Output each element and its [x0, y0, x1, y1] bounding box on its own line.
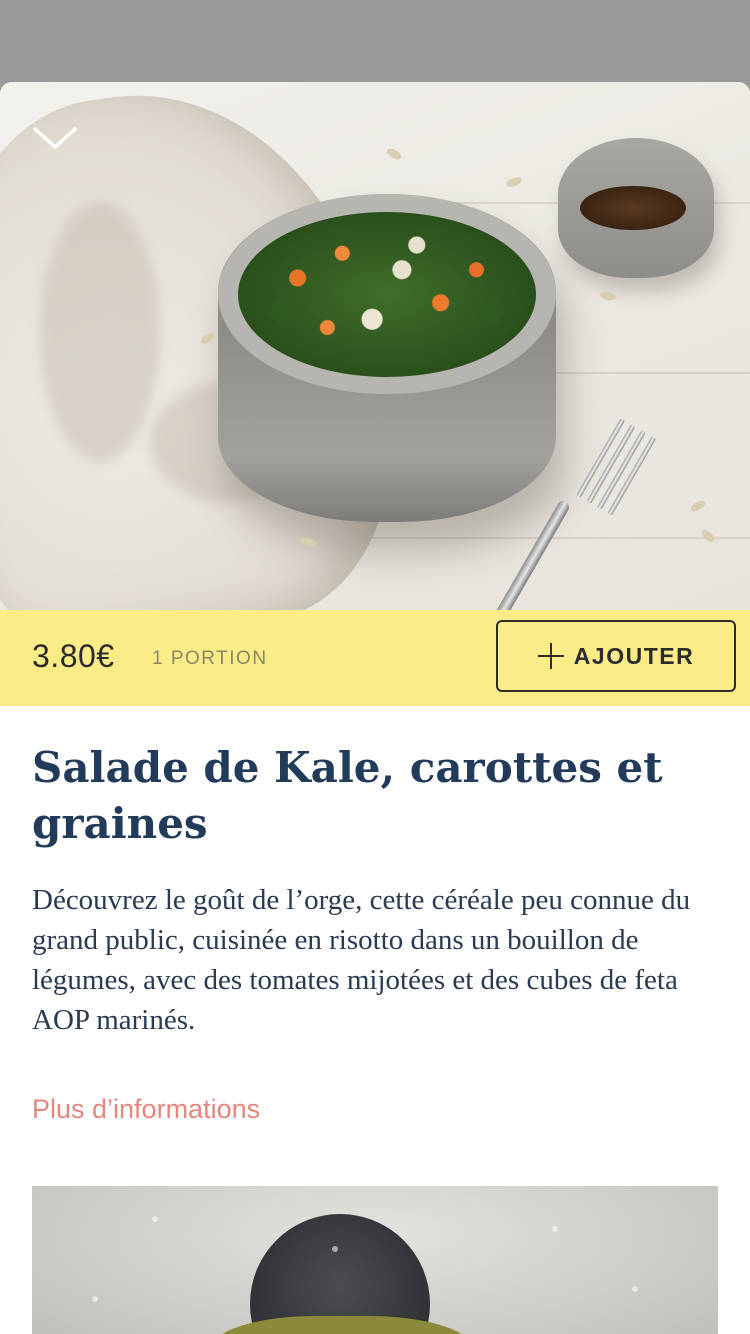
sauce: [580, 186, 686, 230]
fork-tines: [564, 414, 666, 531]
seed: [385, 146, 403, 162]
portion-label: 1 PORTION: [152, 648, 268, 669]
cloth-fold: [40, 202, 160, 462]
add-button-label: AJOUTER: [573, 642, 695, 669]
seed: [599, 290, 617, 302]
plus-icon: [537, 643, 564, 669]
add-to-cart-button[interactable]: AJOUTER: [496, 620, 736, 692]
fork-handle: [480, 499, 572, 610]
product-price: 3.80€: [32, 638, 115, 674]
secondary-photo: [32, 1186, 718, 1334]
more-info-link[interactable]: Plus d’informations: [32, 1094, 718, 1125]
product-title: Salade de Kale, carottes et graines: [32, 743, 663, 848]
rain-drop: [632, 1286, 638, 1292]
product-description: Découvrez le goût de l’orge, cette céréa…: [32, 884, 691, 1036]
rain-drop: [152, 1216, 158, 1222]
rain-drop: [92, 1296, 98, 1302]
seed: [699, 527, 717, 545]
product-sheet: 3.80€ 1 PORTION AJOUTER Salade de Kale, …: [0, 82, 750, 1334]
seed: [505, 175, 523, 189]
price-bar: 3.80€ 1 PORTION AJOUTER: [0, 610, 750, 706]
rain-drop: [552, 1226, 558, 1232]
seed: [689, 498, 707, 514]
rain-drop: [332, 1246, 338, 1252]
product-details: Salade de Kale, carottes et graines Déco…: [32, 706, 718, 1125]
product-hero-image: [0, 82, 750, 610]
collapse-button[interactable]: [30, 118, 80, 158]
chevron-down-icon: [33, 127, 77, 149]
salad: [238, 212, 536, 377]
